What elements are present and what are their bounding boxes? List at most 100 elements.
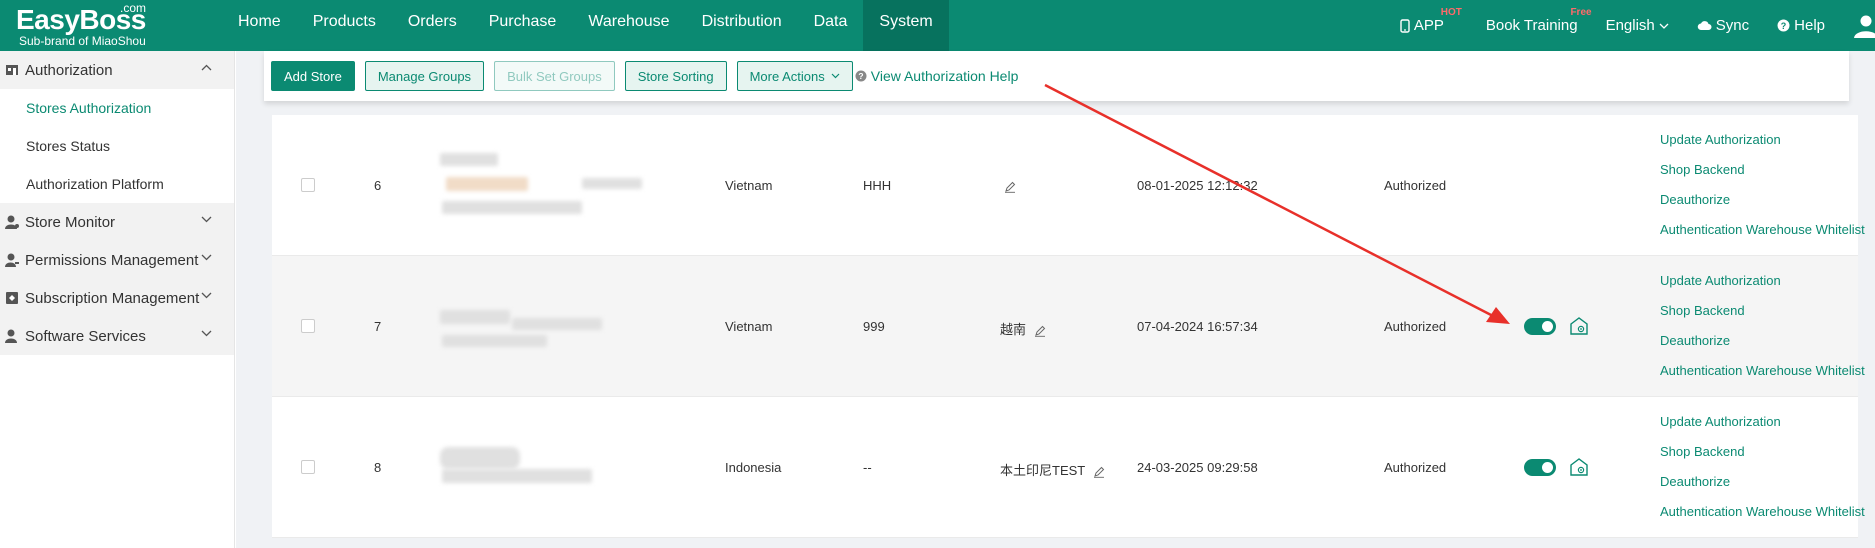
user-key-icon [5, 253, 19, 267]
more-actions-dropdown[interactable]: More Actions [736, 61, 853, 91]
book-training-label: Book Training [1485, 17, 1578, 34]
row-alias [1000, 178, 1016, 193]
shop-backend-link[interactable]: Shop Backend [1660, 437, 1860, 467]
sidebar-item-authorization-platform[interactable]: Authorization Platform [0, 165, 234, 203]
row-status: Authorized [1384, 319, 1447, 334]
sidebar-group-authorization[interactable]: Authorization [0, 51, 234, 89]
update-authorization-link[interactable]: Update Authorization [1660, 266, 1860, 296]
nav-purchase[interactable]: Purchase [473, 0, 573, 51]
redacted-store-id [442, 201, 582, 214]
row-country: Indonesia [725, 460, 782, 475]
svg-text:?: ? [1781, 21, 1787, 31]
sidebar-group-subscription[interactable]: Subscription Management [0, 279, 234, 317]
sidebar-item-stores-status[interactable]: Stores Status [0, 127, 234, 165]
chevron-down-icon [831, 73, 840, 79]
table-row: 7 Vietnam 999 越南 07-04-2024 16:57:34 Aut… [272, 256, 1865, 397]
row-alias-text: 本土印尼TEST [1000, 463, 1085, 478]
row-code: HHH [863, 178, 892, 193]
redacted-store-name [440, 310, 510, 324]
help-label: Help [1794, 17, 1825, 34]
shop-backend-link[interactable]: Shop Backend [1660, 155, 1860, 185]
nav-products[interactable]: Products [297, 0, 392, 51]
redacted-store-id [442, 469, 592, 483]
store-enable-toggle[interactable] [1524, 459, 1556, 476]
store-enable-toggle[interactable] [1524, 318, 1556, 335]
stores-table: 6 Vietnam HHH 08-01-2025 12:12:32 Author… [272, 115, 1865, 538]
deauthorize-link[interactable]: Deauthorize [1660, 326, 1860, 356]
redacted-store-name [446, 177, 528, 191]
row-auth-time: 08-01-2025 12:12:32 [1137, 178, 1258, 193]
deauthorize-link[interactable]: Deauthorize [1660, 467, 1860, 497]
book-training-link[interactable]: Book Training Free [1485, 7, 1592, 34]
chevron-down-icon [201, 292, 212, 299]
shop-backend-link[interactable]: Shop Backend [1660, 296, 1860, 326]
chevron-down-icon [201, 330, 212, 337]
brand-com: .com [120, 1, 147, 15]
brand-subtitle: Sub-brand of MiaoShou [19, 34, 146, 48]
sidebar-group-label: Software Services [25, 327, 146, 345]
nav-system[interactable]: System [863, 0, 949, 51]
warehouse-whitelist-link[interactable]: Authentication Warehouse Whitelist [1660, 497, 1865, 527]
help-button[interactable]: ? Help [1777, 17, 1825, 34]
sidebar-item-stores-authorization[interactable]: Stores Authorization [0, 89, 234, 127]
nav-home[interactable]: Home [222, 0, 297, 51]
redacted-store-name [512, 318, 602, 330]
top-navbar: EasyBoss .com Sub-brand of MiaoShou Home… [0, 0, 1875, 51]
update-authorization-link[interactable]: Update Authorization [1660, 125, 1860, 155]
edit-icon[interactable] [1093, 466, 1105, 478]
row-code: -- [863, 460, 872, 475]
app-link[interactable]: APP HOT [1400, 7, 1462, 34]
warehouse-settings-icon[interactable] [1569, 316, 1589, 336]
nav-data[interactable]: Data [798, 0, 864, 51]
help-circle-icon: ? [855, 70, 867, 82]
sidebar-group-permissions[interactable]: Permissions Management [0, 241, 234, 279]
brand-logo[interactable]: EasyBoss .com Sub-brand of MiaoShou [16, 1, 156, 49]
row-auth-time: 07-04-2024 16:57:34 [1137, 319, 1258, 334]
sidebar-group-label: Store Monitor [25, 213, 116, 231]
add-store-button[interactable]: Add Store [271, 61, 355, 91]
header-tools: APP HOT Book Training Free English Sync … [1400, 0, 1875, 51]
edit-icon[interactable] [1004, 181, 1016, 193]
sync-button[interactable]: Sync [1697, 17, 1749, 34]
redacted-store-id [582, 178, 642, 189]
nav-distribution[interactable]: Distribution [686, 0, 798, 51]
warehouse-whitelist-link[interactable]: Authentication Warehouse Whitelist [1660, 356, 1865, 386]
language-select[interactable]: English [1606, 17, 1669, 34]
sidebar-group-label: Permissions Management [25, 251, 199, 269]
user-avatar-icon[interactable] [1853, 14, 1875, 38]
app-label: APP [1413, 17, 1444, 34]
store-sorting-button[interactable]: Store Sorting [624, 61, 727, 91]
row-index: 6 [374, 178, 382, 193]
view-authorization-help-link[interactable]: ? View Authorization Help [855, 68, 1018, 84]
row-index: 7 [374, 319, 382, 334]
update-authorization-link[interactable]: Update Authorization [1660, 407, 1860, 437]
store-icon [6, 65, 18, 75]
help-circle-icon: ? [1777, 19, 1790, 32]
bulk-set-groups-button[interactable]: Bulk Set Groups [494, 61, 615, 91]
nav-warehouse[interactable]: Warehouse [572, 0, 685, 51]
row-alias: 本土印尼TEST [1000, 460, 1105, 479]
hot-badge: HOT [1440, 7, 1462, 18]
language-label: English [1605, 17, 1655, 34]
nav-orders[interactable]: Orders [392, 0, 473, 51]
deauthorize-link[interactable]: Deauthorize [1660, 185, 1860, 215]
user-monitor-icon [5, 215, 19, 229]
row-actions: Update Authorization Shop Backend Deauth… [1660, 266, 1865, 386]
row-status: Authorized [1384, 178, 1447, 193]
row-checkbox[interactable] [301, 319, 315, 333]
chevron-down-icon [201, 254, 212, 261]
warehouse-whitelist-link[interactable]: Authentication Warehouse Whitelist [1660, 215, 1865, 245]
store-toolbar: Add Store Manage Groups Bulk Set Groups … [264, 51, 1849, 101]
chevron-up-icon [201, 64, 212, 71]
edit-icon[interactable] [1034, 325, 1046, 337]
manage-groups-button[interactable]: Manage Groups [364, 61, 485, 91]
row-code: 999 [863, 319, 885, 334]
row-checkbox[interactable] [301, 460, 315, 474]
main-content: Add Store Manage Groups Bulk Set Groups … [236, 51, 1875, 548]
warehouse-settings-icon[interactable] [1569, 457, 1589, 477]
row-index: 8 [374, 460, 382, 475]
sidebar-group-store-monitor[interactable]: Store Monitor [0, 203, 234, 241]
sidebar-group-software[interactable]: Software Services [0, 317, 234, 355]
row-actions: Update Authorization Shop Backend Deauth… [1660, 407, 1865, 527]
row-checkbox[interactable] [301, 178, 315, 192]
